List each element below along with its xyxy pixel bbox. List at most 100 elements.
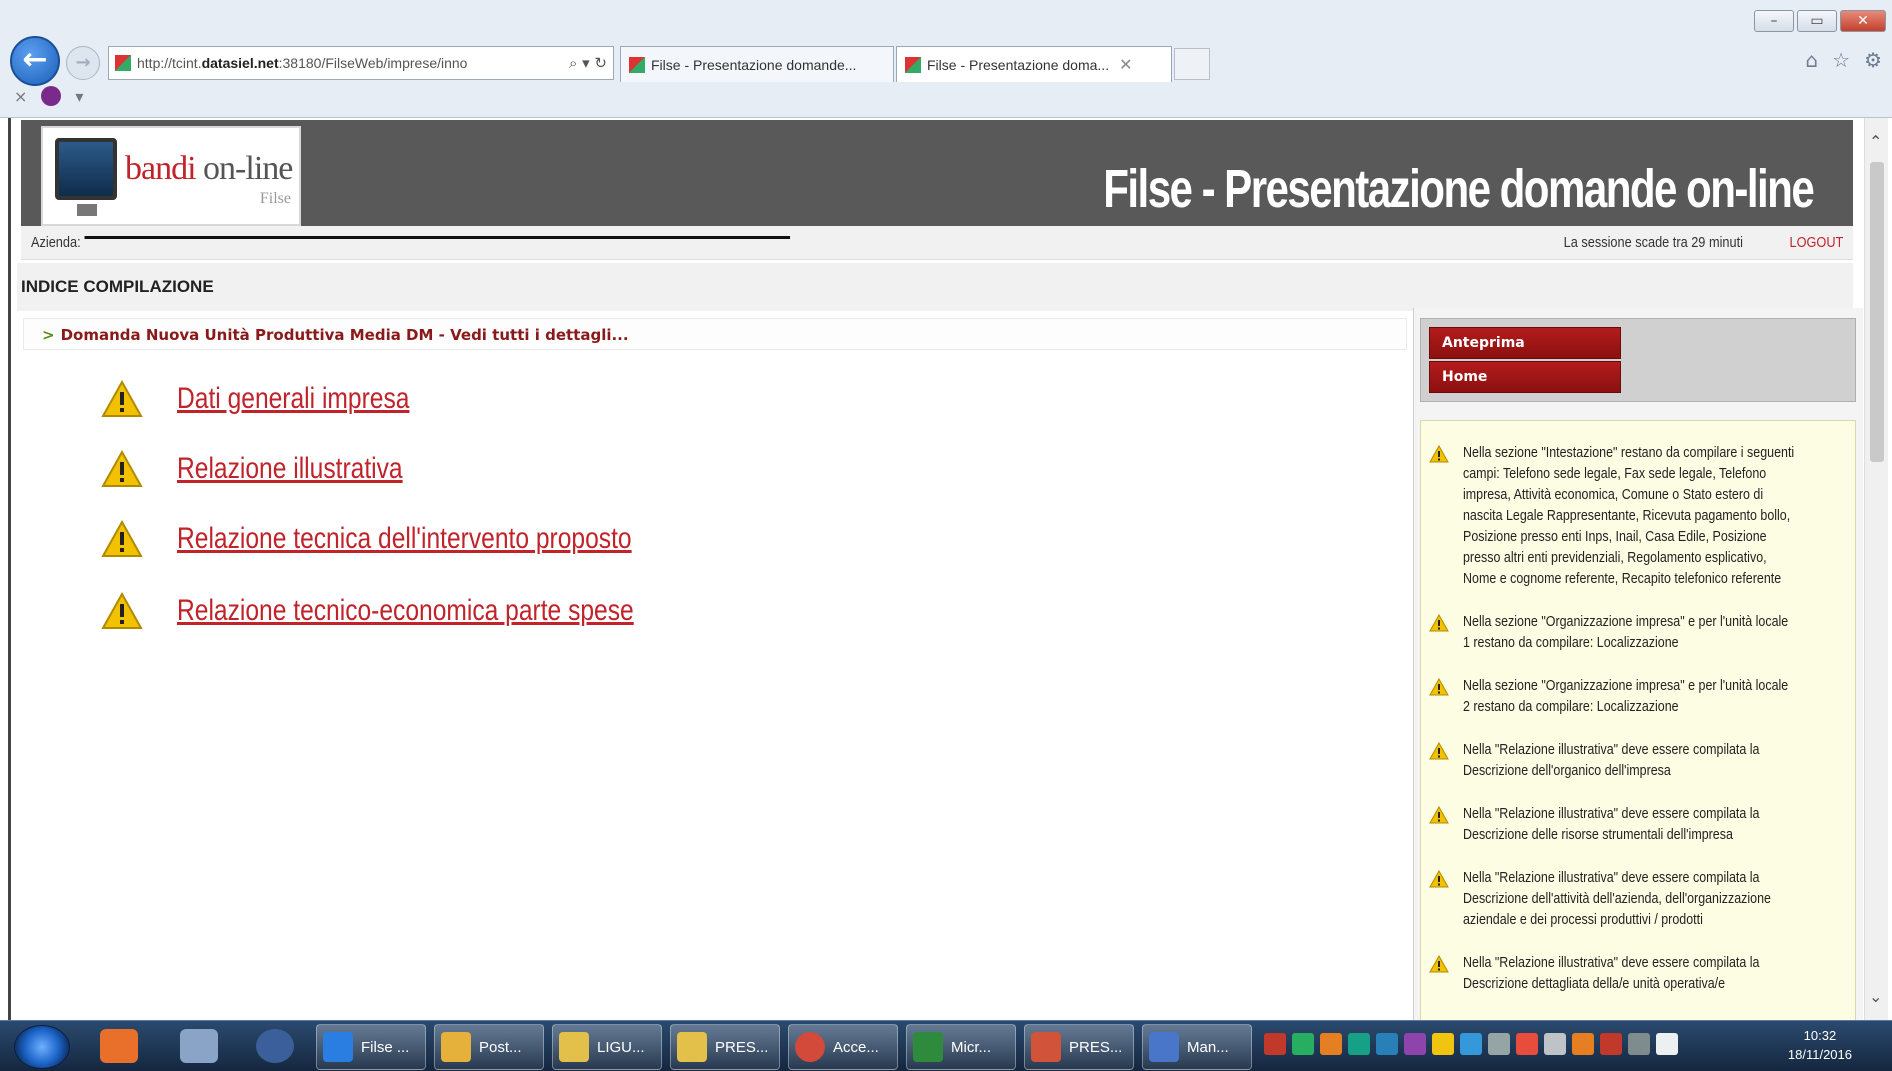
warning-icon bbox=[1429, 613, 1449, 632]
site-favicon-icon bbox=[115, 55, 131, 71]
tray-app-icon[interactable] bbox=[1600, 1033, 1622, 1055]
tab-close-icon[interactable]: ✕ bbox=[1119, 55, 1132, 75]
settings-gear-icon[interactable]: ⚙ bbox=[1864, 48, 1882, 72]
minimize-button[interactable]: – bbox=[1754, 10, 1794, 32]
warning-icon bbox=[1429, 741, 1449, 760]
section-link-relazione-tecnica[interactable]: Relazione tecnica dell'intervento propos… bbox=[177, 522, 632, 556]
maximize-button[interactable]: ▭ bbox=[1797, 10, 1837, 32]
validation-message: Nella "Relazione illustrativa" deve esse… bbox=[1429, 804, 1851, 846]
taskbar-button[interactable]: Acce... bbox=[788, 1024, 898, 1070]
taskbar-button[interactable]: PRES... bbox=[1024, 1024, 1134, 1070]
favorites-star-icon[interactable]: ☆ bbox=[1832, 48, 1850, 72]
chrome-icon bbox=[795, 1032, 825, 1062]
section-link-dati-generali[interactable]: Dati generali impresa bbox=[177, 382, 409, 416]
tray-app-icon[interactable] bbox=[1376, 1033, 1398, 1055]
page-scrollbar[interactable]: ⌃ ⌄ bbox=[1864, 118, 1888, 1020]
taskbar-button[interactable]: LIGU... bbox=[552, 1024, 662, 1070]
indice-compilazione-heading: INDICE COMPILAZIONE bbox=[17, 263, 1853, 311]
taskbar-button[interactable]: PRES... bbox=[670, 1024, 780, 1070]
right-panel: Anteprima Home Nella sezione "Intestazio… bbox=[1413, 308, 1863, 1020]
section-link-relazione-economica[interactable]: Relazione tecnico-economica parte spese bbox=[177, 594, 634, 628]
start-button[interactable] bbox=[14, 1025, 70, 1069]
anteprima-button[interactable]: Anteprima bbox=[1429, 327, 1621, 359]
section-row: Dati generali impresa bbox=[101, 379, 460, 418]
tab-presentazione-2[interactable]: Filse - Presentazione doma... ✕ bbox=[896, 46, 1172, 82]
clock-time: 10:32 bbox=[1803, 1028, 1837, 1043]
page-header: bandi on-line Filse Filse - Presentazion… bbox=[21, 120, 1853, 228]
tab-favicon-icon bbox=[629, 56, 645, 73]
home-button[interactable]: Home bbox=[1429, 361, 1621, 393]
new-tab-button[interactable] bbox=[1174, 48, 1210, 80]
arrow-icon: > bbox=[42, 326, 55, 344]
scroll-down-icon[interactable]: ⌄ bbox=[1869, 987, 1882, 1006]
bandi-online-logo[interactable]: bandi on-line Filse bbox=[41, 126, 301, 226]
tray-network-icon[interactable] bbox=[1488, 1033, 1510, 1055]
warning-icon bbox=[1429, 677, 1449, 696]
tray-app-icon[interactable] bbox=[1348, 1033, 1370, 1055]
powerpoint-icon bbox=[1031, 1032, 1061, 1062]
warning-icon bbox=[101, 449, 143, 488]
tray-sync-icon[interactable] bbox=[1292, 1033, 1314, 1055]
monitor-icon bbox=[55, 138, 117, 216]
tray-monitor-icon[interactable] bbox=[1628, 1033, 1650, 1055]
folder-icon bbox=[677, 1032, 707, 1062]
page-title: Filse - Presentazione domande on-line bbox=[1103, 159, 1815, 219]
action-box: Anteprima Home bbox=[1420, 318, 1856, 402]
close-window-button[interactable]: ✕ bbox=[1840, 10, 1886, 32]
tray-shield-icon[interactable] bbox=[1264, 1033, 1286, 1055]
tray-app-icon[interactable] bbox=[1572, 1033, 1594, 1055]
browser-chrome: – ▭ ✕ ← → http://tcint.datasiel.net:3818… bbox=[0, 0, 1892, 118]
tray-app-icon[interactable] bbox=[1432, 1033, 1454, 1055]
validation-message: Nella "Relazione illustrativa" deve esse… bbox=[1429, 953, 1851, 995]
network-icon[interactable] bbox=[256, 1029, 294, 1063]
tab-presentazione-1[interactable]: Filse - Presentazione domande... bbox=[620, 46, 894, 82]
section-row: Relazione tecnica dell'intervento propos… bbox=[101, 519, 731, 558]
taskbar-button[interactable]: Post... bbox=[434, 1024, 544, 1070]
scroll-thumb[interactable] bbox=[1870, 162, 1884, 462]
media-player-icon[interactable] bbox=[100, 1029, 138, 1063]
logo-text: bandi on-line bbox=[125, 150, 293, 187]
search-refresh-icon[interactable]: ⌕ ▾ ↻ bbox=[569, 54, 607, 72]
taskbar-button[interactable]: Filse ... bbox=[316, 1024, 426, 1070]
tray-app-icon[interactable] bbox=[1460, 1033, 1482, 1055]
windows-taskbar: Filse ... Post... LIGU... PRES... Acce..… bbox=[0, 1020, 1892, 1071]
forward-button[interactable]: → bbox=[66, 46, 100, 80]
excel-icon bbox=[913, 1032, 943, 1062]
section-row: Relazione tecnico-economica parte spese bbox=[101, 591, 734, 630]
section-link-relazione-illustrativa[interactable]: Relazione illustrativa bbox=[177, 452, 403, 486]
tray-app-icon[interactable] bbox=[1404, 1033, 1426, 1055]
warning-icon bbox=[1429, 869, 1449, 888]
folder-icon bbox=[559, 1032, 589, 1062]
web-page: bandi on-line Filse Filse - Presentazion… bbox=[8, 118, 1864, 1020]
globe-icon[interactable] bbox=[41, 86, 62, 106]
validation-message: Nella "Relazione illustrativa" deve esse… bbox=[1429, 868, 1851, 931]
logout-link[interactable]: LOGOUT bbox=[1789, 234, 1843, 251]
taskbar-button[interactable]: Man... bbox=[1142, 1024, 1252, 1070]
warning-icon bbox=[101, 519, 143, 558]
tab-favicon-icon bbox=[905, 56, 921, 73]
tray-app-icon[interactable] bbox=[1544, 1033, 1566, 1055]
scroll-up-icon[interactable]: ⌃ bbox=[1869, 132, 1882, 151]
home-icon[interactable]: ⌂ bbox=[1805, 48, 1818, 72]
browser-toolbar-icons: ⌂ ☆ ⚙ bbox=[1805, 48, 1882, 72]
close-bar-icon[interactable]: × bbox=[14, 87, 27, 106]
warning-icon bbox=[1429, 954, 1449, 973]
back-button[interactable]: ← bbox=[10, 36, 60, 86]
breadcrumb-link[interactable]: Domanda Nuova Unità Produttiva Media DM … bbox=[61, 326, 629, 344]
taskbar-clock[interactable]: 10:32 18/11/2016 bbox=[1788, 1026, 1852, 1064]
taskbar-button[interactable]: Micr... bbox=[906, 1024, 1016, 1070]
window-controls: – ▭ ✕ bbox=[1754, 10, 1886, 32]
warning-icon bbox=[101, 591, 143, 630]
url-text: http://tcint.datasiel.net:38180/FilseWeb… bbox=[137, 55, 468, 71]
volume-icon[interactable] bbox=[1656, 1033, 1678, 1055]
chevron-down-icon[interactable]: ▾ bbox=[75, 87, 83, 106]
validation-messages: Nella sezione "Intestazione" restano da … bbox=[1420, 420, 1856, 1020]
calculator-icon[interactable] bbox=[180, 1029, 218, 1063]
breadcrumb[interactable]: > Domanda Nuova Unità Produttiva Media DM… bbox=[23, 318, 1407, 350]
tray-app-icon[interactable] bbox=[1320, 1033, 1342, 1055]
favorites-bar: × ▾ bbox=[14, 86, 83, 106]
tab-label: Filse - Presentazione domande... bbox=[651, 56, 857, 73]
address-bar[interactable]: http://tcint.datasiel.net:38180/FilseWeb… bbox=[108, 46, 614, 80]
tab-label: Filse - Presentazione doma... bbox=[927, 56, 1110, 73]
tray-app-icon[interactable] bbox=[1516, 1033, 1538, 1055]
